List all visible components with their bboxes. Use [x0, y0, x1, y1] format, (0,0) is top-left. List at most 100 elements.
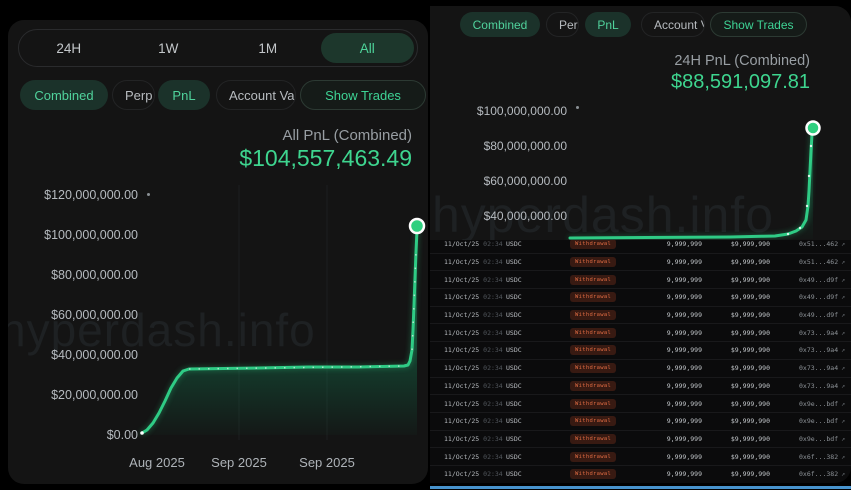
table-row[interactable]: 11/Oct/25 02:34 USDC Withdrawal 9,999,99… — [430, 465, 851, 483]
bottom-accent-line — [430, 486, 851, 489]
trade-value: $9,999,990 — [714, 470, 784, 478]
trade-address-link[interactable]: 0x9e...bdf↗ — [784, 400, 845, 408]
trade-address-link[interactable]: 0x51...462↗ — [784, 258, 845, 266]
withdrawal-badge: Withdrawal — [570, 240, 616, 249]
trade-value: $9,999,990 — [714, 382, 784, 390]
trade-action-cell: Withdrawal — [570, 363, 654, 373]
trade-timestamp: 11/Oct/25 02:34 — [444, 311, 506, 319]
trade-timestamp: 11/Oct/25 02:34 — [444, 329, 506, 337]
external-link-icon: ↗ — [841, 258, 845, 266]
point-dot — [810, 145, 812, 147]
trade-action-cell: Withdrawal — [570, 345, 654, 355]
trade-action-cell: Withdrawal — [570, 452, 654, 462]
trade-address-link[interactable]: 0x73...9a4↗ — [784, 346, 845, 354]
trade-address-link[interactable]: 0x49...d9f↗ — [784, 276, 845, 284]
trade-coin: USDC — [506, 346, 570, 354]
trade-address-link[interactable]: 0x6f...382↗ — [784, 470, 845, 478]
trade-size: 9,999,999 — [654, 364, 714, 372]
withdrawal-badge: Withdrawal — [570, 363, 616, 373]
trade-action-cell: Withdrawal — [570, 469, 654, 479]
trade-value: $9,999,990 — [714, 258, 784, 266]
all-pnl-panel: 24H 1W 1M All Combined Perp PnL Account … — [8, 20, 428, 484]
trade-timestamp: 11/Oct/25 02:34 — [444, 400, 506, 408]
external-link-icon: ↗ — [841, 417, 845, 425]
trade-size: 9,999,999 — [654, 400, 714, 408]
trade-address-link[interactable]: 0x73...9a4↗ — [784, 329, 845, 337]
trade-size: 9,999,999 — [654, 311, 714, 319]
trades-table-panel: 11/Oct/25 02:34 USDC Withdrawal 9,999,99… — [430, 240, 851, 483]
start-point — [140, 431, 144, 435]
trade-size: 9,999,999 — [654, 382, 714, 390]
trade-coin: USDC — [506, 382, 570, 390]
trade-action-cell: Withdrawal — [570, 399, 654, 409]
external-link-icon: ↗ — [841, 470, 845, 478]
dashboard-screenshot: 24H 1W 1M All Combined Perp PnL Account … — [0, 0, 851, 490]
trade-size: 9,999,999 — [654, 435, 714, 443]
trade-timestamp: 11/Oct/25 02:34 — [444, 453, 506, 461]
table-row[interactable]: 11/Oct/25 02:34 USDC Withdrawal 9,999,99… — [430, 240, 851, 253]
withdrawal-badge: Withdrawal — [570, 328, 616, 338]
table-row[interactable]: 11/Oct/25 02:34 USDC Withdrawal 9,999,99… — [430, 394, 851, 412]
trade-size: 9,999,999 — [654, 346, 714, 354]
area-fill — [142, 230, 417, 435]
table-row[interactable]: 11/Oct/25 02:34 USDC Withdrawal 9,999,99… — [430, 412, 851, 430]
trade-action-cell: Withdrawal — [570, 416, 654, 426]
pnl-24h-chart[interactable] — [430, 6, 851, 240]
trade-address-link[interactable]: 0x49...d9f↗ — [784, 293, 845, 301]
trade-value: $9,999,990 — [714, 240, 784, 248]
withdrawal-badge: Withdrawal — [570, 434, 616, 444]
trades-table-body: 11/Oct/25 02:34 USDC Withdrawal 9,999,99… — [430, 240, 851, 483]
trade-coin: USDC — [506, 417, 570, 425]
trade-size: 9,999,999 — [654, 293, 714, 301]
chart-endpoint-marker[interactable] — [410, 219, 424, 233]
table-row[interactable]: 11/Oct/25 02:34 USDC Withdrawal 9,999,99… — [430, 288, 851, 306]
withdrawal-badge: Withdrawal — [570, 416, 616, 426]
table-row[interactable]: 11/Oct/25 02:34 USDC Withdrawal 9,999,99… — [430, 270, 851, 288]
table-row[interactable]: 11/Oct/25 02:34 USDC Withdrawal 9,999,99… — [430, 377, 851, 395]
point-dot — [806, 205, 808, 207]
chart-endpoint-marker[interactable] — [807, 122, 820, 135]
table-row[interactable]: 11/Oct/25 02:34 USDC Withdrawal 9,999,99… — [430, 447, 851, 465]
trade-address-link[interactable]: 0x73...9a4↗ — [784, 382, 845, 390]
table-row[interactable]: 11/Oct/25 02:34 USDC Withdrawal 9,999,99… — [430, 253, 851, 271]
trade-coin: USDC — [506, 276, 570, 284]
trade-address-link[interactable]: 0x73...9a4↗ — [784, 364, 845, 372]
table-row[interactable]: 11/Oct/25 02:34 USDC Withdrawal 9,999,99… — [430, 323, 851, 341]
trade-address-link[interactable]: 0x51...462↗ — [784, 240, 845, 248]
trade-size: 9,999,999 — [654, 276, 714, 284]
trade-value: $9,999,990 — [714, 417, 784, 425]
trade-action-cell: Withdrawal — [570, 292, 654, 302]
trade-size: 9,999,999 — [654, 470, 714, 478]
trade-timestamp: 11/Oct/25 02:34 — [444, 470, 506, 478]
trade-address-link[interactable]: 0x9e...bdf↗ — [784, 417, 845, 425]
withdrawal-badge: Withdrawal — [570, 452, 616, 462]
all-pnl-chart[interactable] — [8, 20, 428, 484]
point-dot — [808, 175, 810, 177]
table-row[interactable]: 11/Oct/25 02:34 USDC Withdrawal 9,999,99… — [430, 359, 851, 377]
trade-address-link[interactable]: 0x6f...382↗ — [784, 453, 845, 461]
table-row[interactable]: 11/Oct/25 02:34 USDC Withdrawal 9,999,99… — [430, 430, 851, 448]
trade-action-cell: Withdrawal — [570, 328, 654, 338]
pnl-24h-panel: Combined Perp PnL Account Va Show Trades… — [430, 6, 851, 240]
trade-coin: USDC — [506, 400, 570, 408]
trade-value: $9,999,990 — [714, 276, 784, 284]
trade-timestamp: 11/Oct/25 02:34 — [444, 240, 506, 248]
trade-value: $9,999,990 — [714, 364, 784, 372]
trade-coin: USDC — [506, 293, 570, 301]
external-link-icon: ↗ — [841, 276, 845, 284]
external-link-icon: ↗ — [841, 293, 845, 301]
trade-coin: USDC — [506, 364, 570, 372]
trade-address-link[interactable]: 0x49...d9f↗ — [784, 311, 845, 319]
external-link-icon: ↗ — [841, 364, 845, 372]
external-link-icon: ↗ — [841, 453, 845, 461]
table-row[interactable]: 11/Oct/25 02:34 USDC Withdrawal 9,999,99… — [430, 306, 851, 324]
withdrawal-badge: Withdrawal — [570, 292, 616, 302]
trade-size: 9,999,999 — [654, 329, 714, 337]
trade-address-link[interactable]: 0x9e...bdf↗ — [784, 435, 845, 443]
trade-timestamp: 11/Oct/25 02:34 — [444, 435, 506, 443]
trade-size: 9,999,999 — [654, 417, 714, 425]
trade-value: $9,999,990 — [714, 311, 784, 319]
withdrawal-badge: Withdrawal — [570, 345, 616, 355]
table-row[interactable]: 11/Oct/25 02:34 USDC Withdrawal 9,999,99… — [430, 341, 851, 359]
pnl-line — [570, 129, 813, 238]
